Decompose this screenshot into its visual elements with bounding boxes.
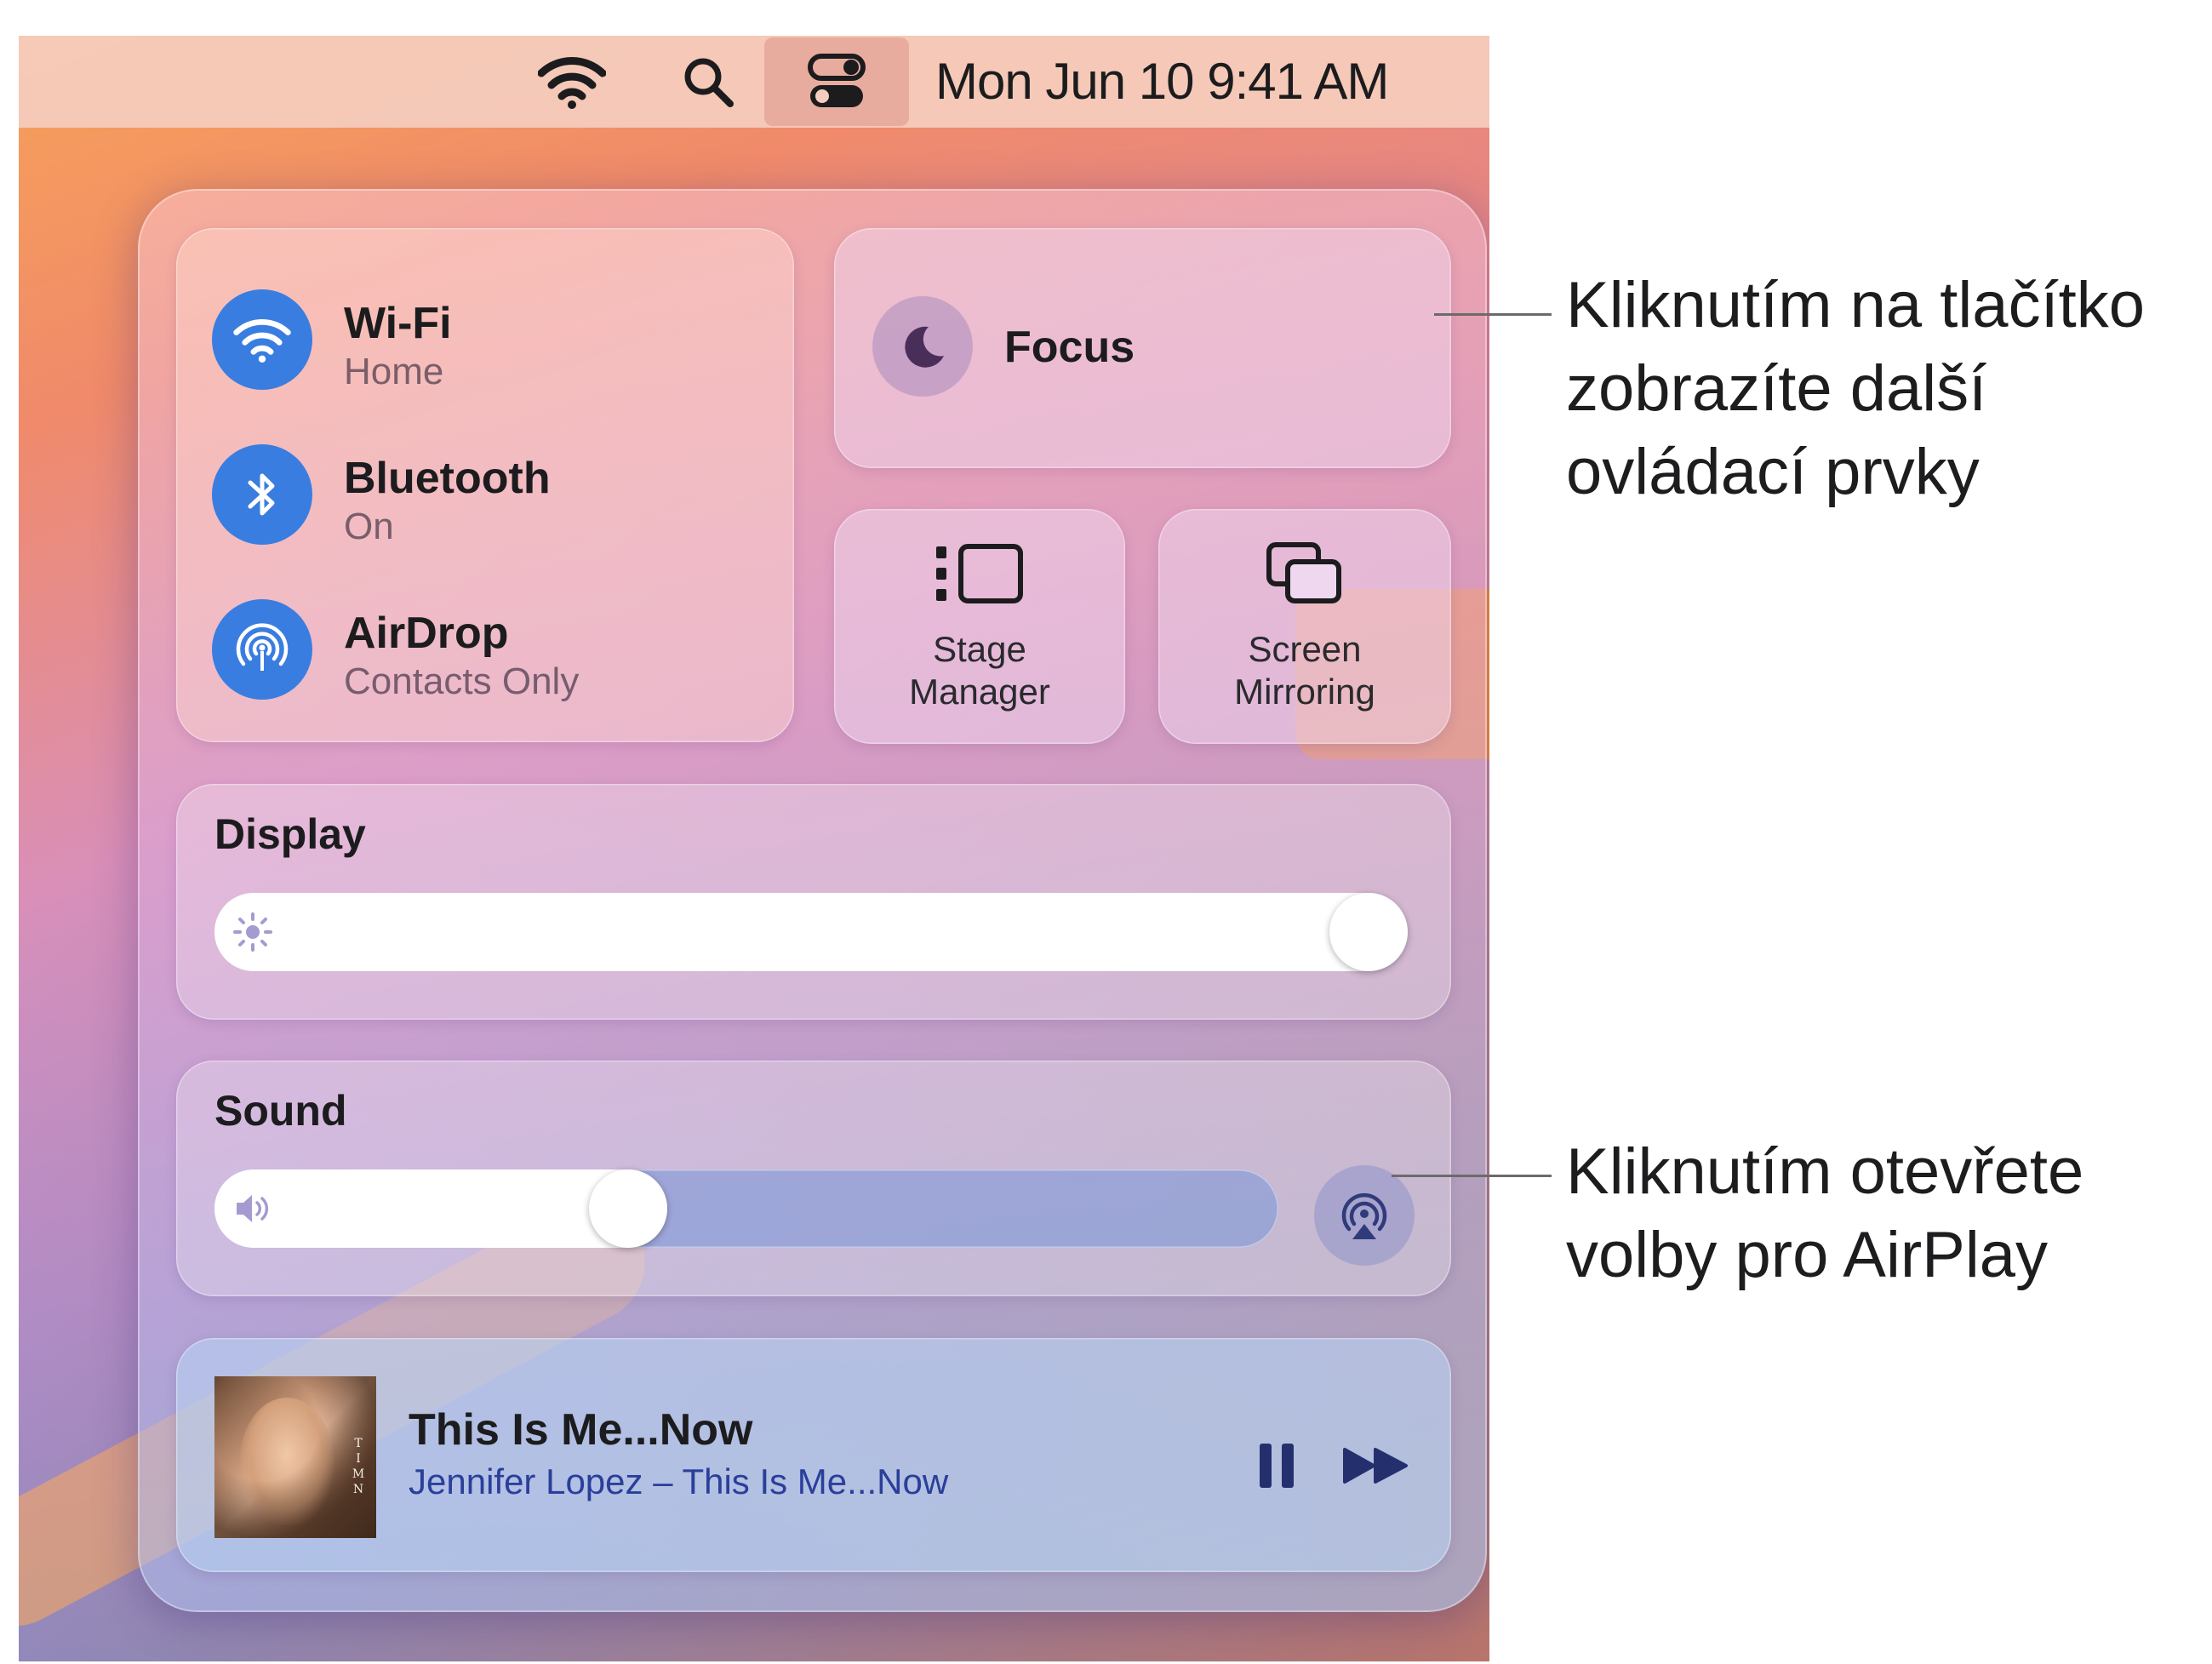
airdrop-status: Contacts Only	[344, 660, 580, 702]
bluetooth-toggle[interactable]	[212, 444, 312, 545]
callout-line-focus	[1434, 313, 1552, 316]
callout-line-airplay	[1392, 1175, 1552, 1177]
display-tile: Display	[176, 784, 1451, 1020]
sound-tile: Sound	[176, 1061, 1451, 1296]
stage-manager-icon	[936, 544, 1023, 603]
brightness-slider-fill	[214, 893, 1408, 971]
brightness-slider[interactable]	[214, 893, 1408, 971]
control-center-panel: Wi-Fi Home Bluetooth On AirDrop Contacts…	[138, 189, 1487, 1612]
wifi-icon	[233, 319, 291, 363]
stage-manager-tile[interactable]: Stage Manager	[834, 509, 1125, 744]
menu-bar-clock[interactable]: Mon Jun 10 9:41 AM	[935, 53, 1389, 111]
callout-airplay: Kliknutím otevřete volby pro AirPlay	[1566, 1135, 2084, 1291]
airplay-button[interactable]	[1314, 1165, 1415, 1266]
speaker-icon	[237, 1195, 269, 1222]
brightness-slider-knob[interactable]	[1329, 893, 1408, 971]
network-tile: Wi-Fi Home Bluetooth On AirDrop Contacts…	[176, 228, 794, 742]
airdrop-title: AirDrop	[344, 609, 509, 658]
next-track-icon	[1343, 1448, 1408, 1484]
menu-bar: Mon Jun 10 9:41 AM	[19, 36, 1489, 128]
track-title: This Is Me...Now	[409, 1405, 753, 1455]
volume-slider[interactable]	[214, 1169, 1278, 1248]
desktop: Mon Jun 10 9:41 AM Wi-Fi Home Bluetooth …	[19, 36, 1489, 1661]
bluetooth-status: On	[344, 506, 394, 547]
airplay-icon	[1341, 1192, 1387, 1239]
wifi-row[interactable]: Wi-Fi Home	[212, 289, 765, 392]
next-track-button[interactable]	[1338, 1436, 1415, 1495]
airdrop-row[interactable]: AirDrop Contacts Only	[212, 599, 765, 702]
control-center-icon[interactable]	[764, 37, 909, 126]
track-artist-album: Jennifer Lopez – This Is Me...Now	[409, 1461, 949, 1501]
focus-label: Focus	[1004, 323, 1135, 372]
display-title: Display	[214, 810, 366, 858]
sound-title: Sound	[214, 1087, 347, 1135]
sun-icon	[233, 912, 272, 952]
focus-toggle[interactable]	[872, 296, 973, 397]
volume-slider-knob[interactable]	[589, 1169, 667, 1248]
focus-tile[interactable]: Focus	[834, 228, 1451, 468]
album-artwork[interactable]: TIMN	[214, 1376, 376, 1538]
wifi-toggle[interactable]	[212, 289, 312, 390]
search-icon[interactable]	[666, 51, 751, 112]
moon-icon	[905, 326, 944, 368]
pause-button[interactable]	[1251, 1436, 1302, 1495]
wifi-title: Wi-Fi	[344, 299, 452, 348]
pause-icon	[1260, 1444, 1294, 1488]
callout-focus: Kliknutím na tlačítko zobrazíte další ov…	[1566, 269, 2146, 508]
screen-mirroring-icon	[1266, 542, 1341, 603]
bluetooth-title: Bluetooth	[344, 454, 551, 503]
screen-mirroring-label: Screen Mirroring	[1234, 629, 1375, 712]
screen-mirroring-tile[interactable]: Screen Mirroring	[1158, 509, 1451, 744]
bluetooth-row[interactable]: Bluetooth On	[212, 444, 765, 547]
bluetooth-icon	[248, 473, 275, 516]
wifi-icon[interactable]	[529, 51, 614, 112]
stage-manager-label: Stage Manager	[909, 629, 1050, 712]
wifi-status: Home	[344, 351, 444, 392]
now-playing-tile: TIMN This Is Me...Now Jennifer Lopez – T…	[176, 1338, 1451, 1572]
airdrop-icon	[236, 623, 289, 671]
airdrop-toggle[interactable]	[212, 599, 312, 700]
